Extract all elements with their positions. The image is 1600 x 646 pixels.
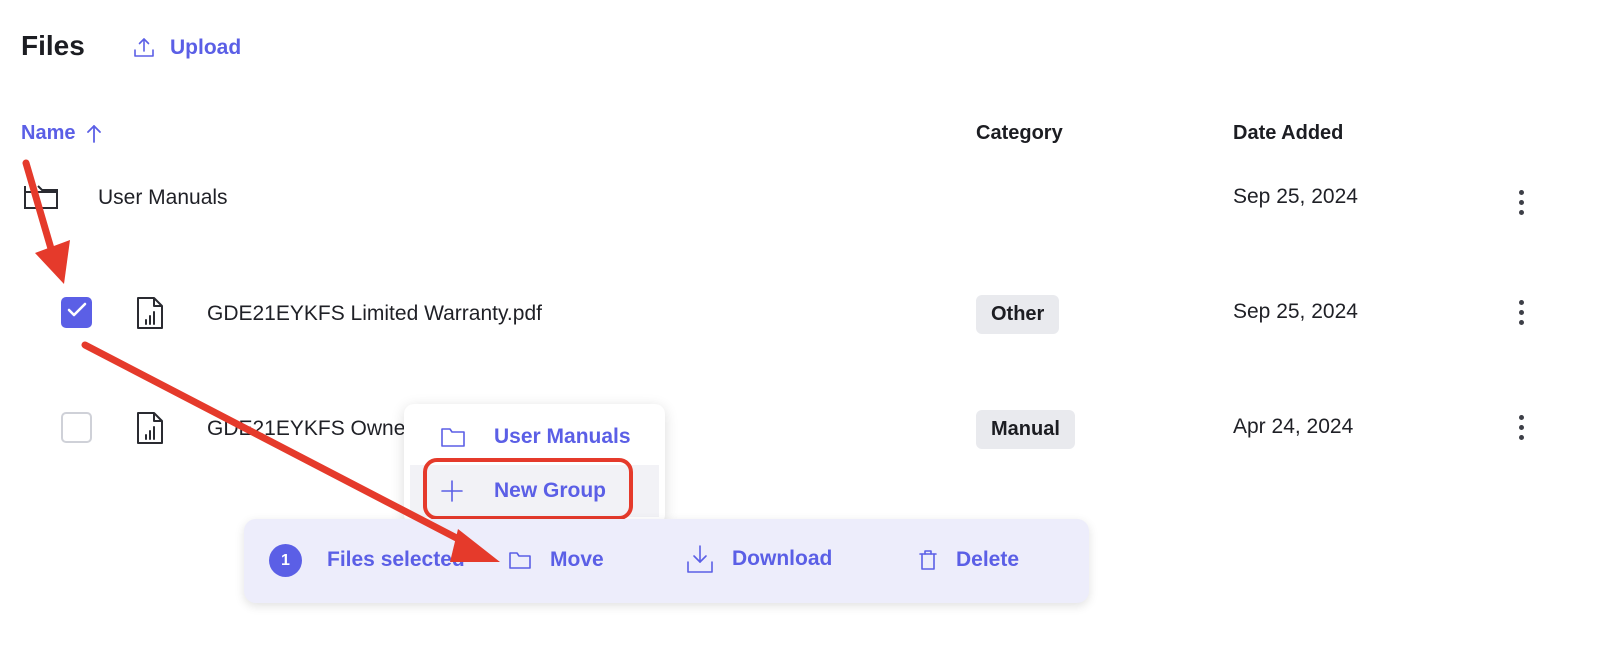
file-chart-icon: [135, 296, 165, 335]
annotation-highlight-box: [423, 458, 633, 520]
delete-label: Delete: [956, 548, 1020, 571]
upload-icon: [132, 36, 156, 60]
download-icon: [686, 544, 714, 574]
column-header-category[interactable]: Category: [976, 122, 1063, 145]
download-label: Download: [732, 547, 833, 570]
selected-count-badge: 1: [269, 544, 302, 577]
move-button[interactable]: Move: [508, 548, 604, 572]
folder-icon: [508, 550, 532, 570]
row-date: Apr 24, 2024: [1233, 415, 1354, 438]
trash-icon: [918, 549, 938, 571]
arrow-up-icon: [85, 124, 103, 144]
upload-label: Upload: [170, 36, 242, 59]
category-badge: Manual: [976, 410, 1075, 449]
menu-item-user-manuals[interactable]: User Manuals: [410, 411, 659, 463]
download-button[interactable]: Download: [686, 544, 832, 574]
column-header-date-added[interactable]: Date Added: [1233, 122, 1343, 145]
check-icon: [67, 302, 87, 323]
row-menu-button[interactable]: [1511, 412, 1531, 442]
upload-button[interactable]: Upload: [132, 36, 241, 60]
category-badge: Other: [976, 295, 1060, 334]
file-chart-icon: [135, 411, 165, 450]
column-name-label: Name: [21, 122, 76, 144]
folder-icon: [22, 182, 62, 217]
move-label: Move: [550, 548, 604, 571]
delete-button[interactable]: Delete: [918, 548, 1019, 572]
row-checkbox[interactable]: [61, 412, 92, 443]
files-selected-label: Files selected: [327, 548, 465, 571]
row-name-user-manuals[interactable]: User Manuals: [98, 186, 228, 210]
row-menu-button[interactable]: [1511, 297, 1531, 327]
menu-item-label: User Manuals: [494, 425, 631, 448]
page-title: Files: [21, 30, 85, 61]
row-checkbox-checked[interactable]: [61, 297, 92, 328]
column-header-name[interactable]: Name: [21, 122, 103, 145]
row-date: Sep 25, 2024: [1233, 185, 1358, 208]
row-name-file[interactable]: GDE21EYKFS Owne: [207, 417, 405, 441]
row-date: Sep 25, 2024: [1233, 300, 1358, 323]
row-menu-button[interactable]: [1511, 187, 1531, 217]
folder-icon: [440, 426, 466, 448]
row-name-file[interactable]: GDE21EYKFS Limited Warranty.pdf: [207, 302, 542, 326]
